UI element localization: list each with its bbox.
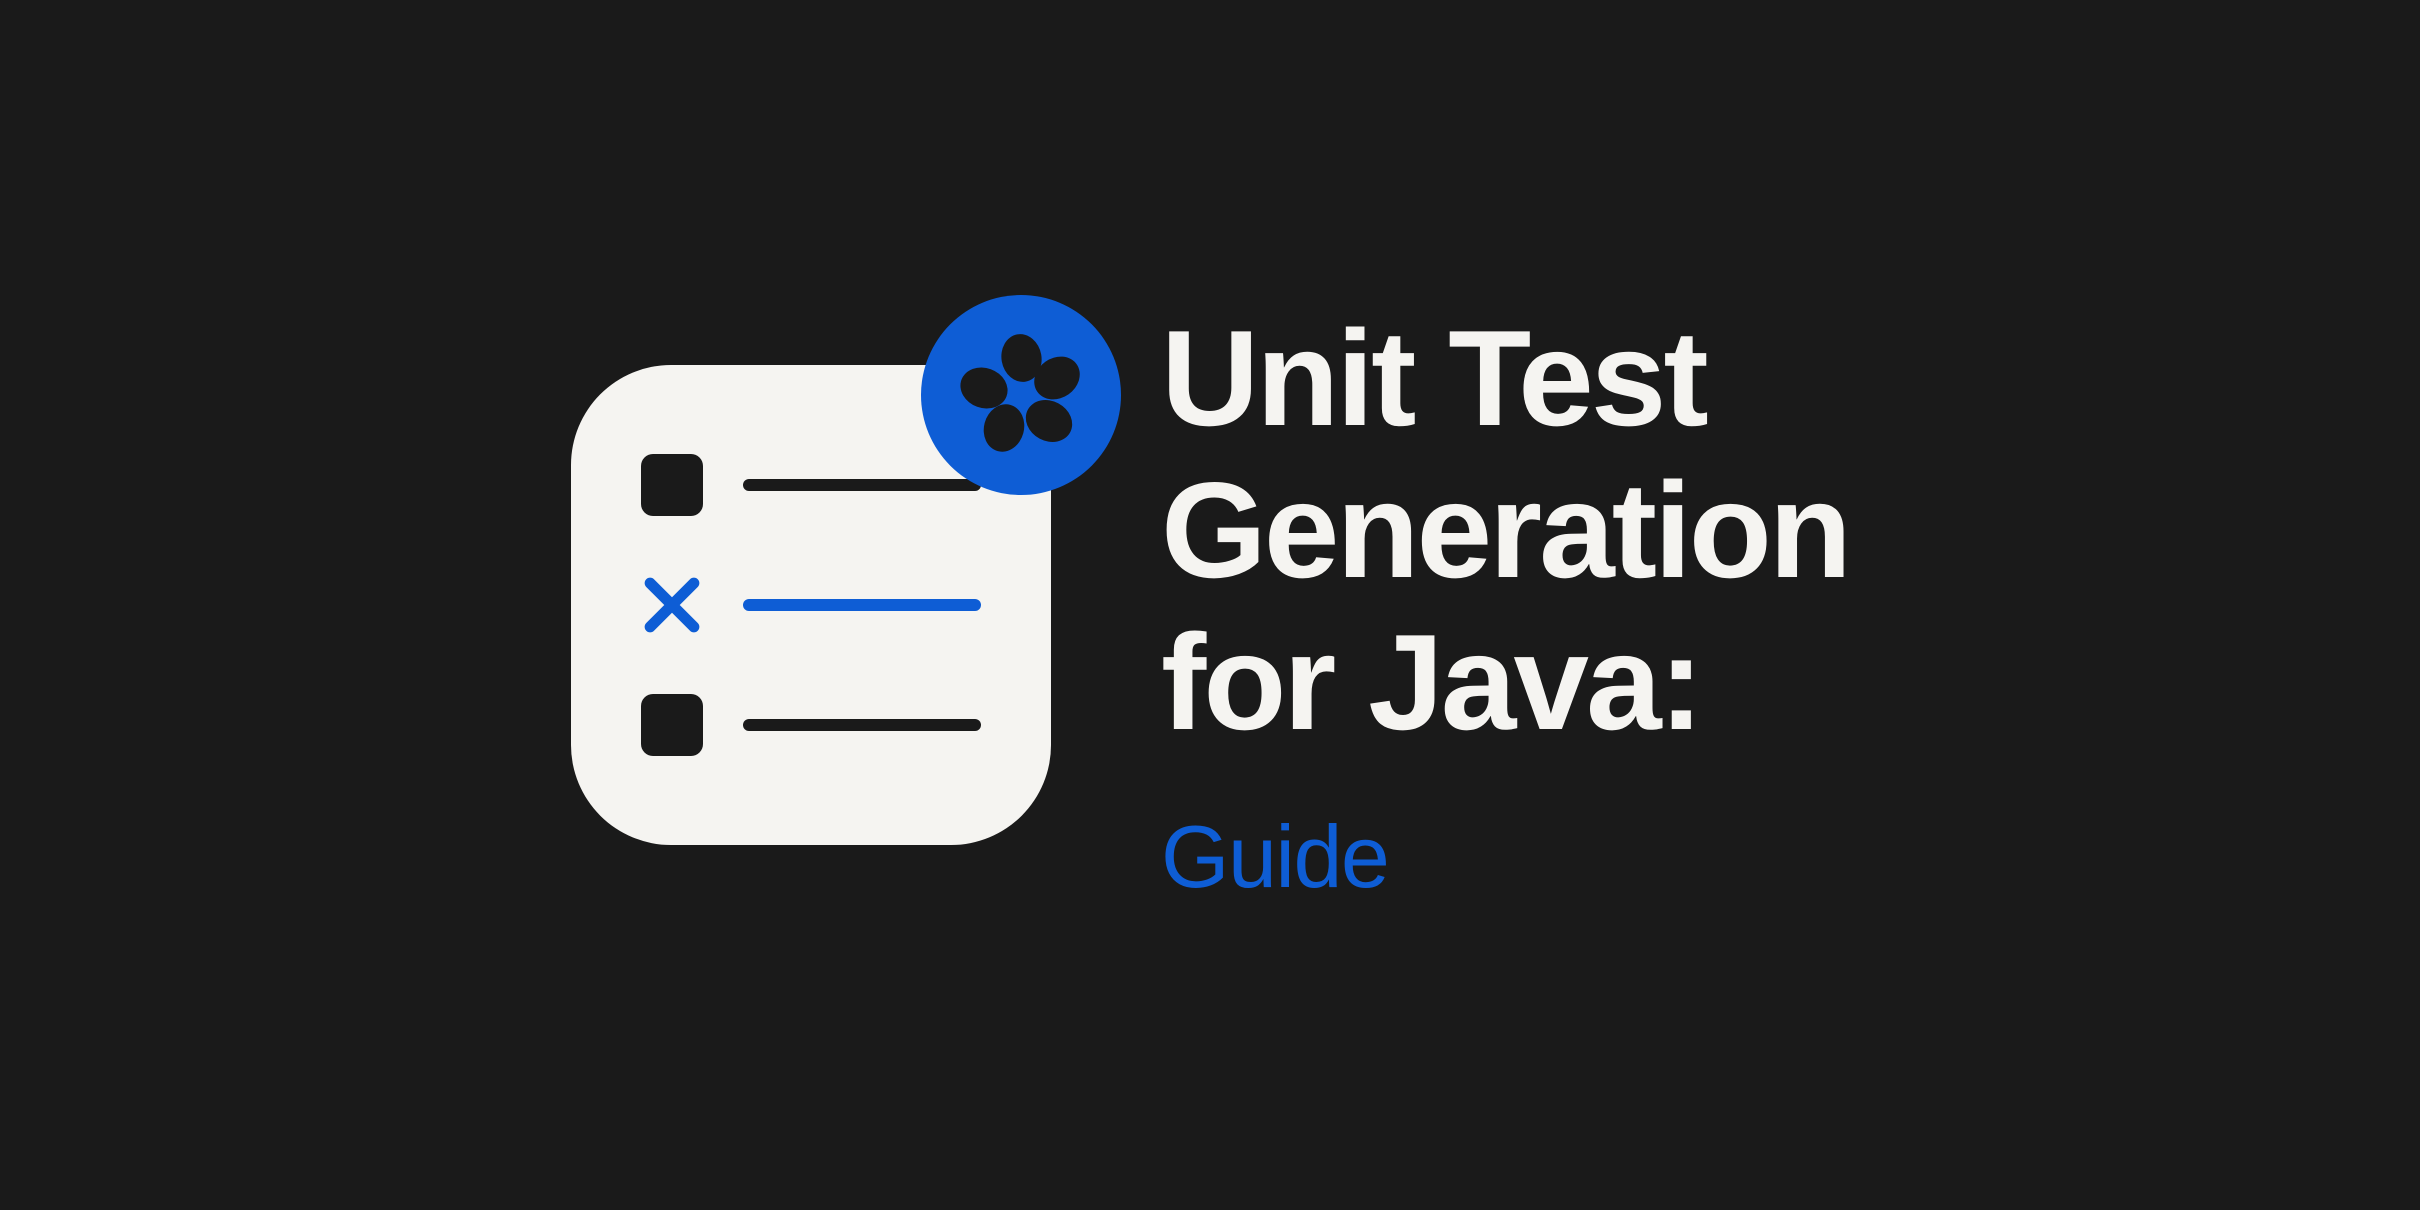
subheading: Guide: [1161, 806, 1849, 908]
icon-container: [571, 365, 1051, 845]
checklist-row-3: [641, 694, 981, 756]
square-bullet-icon: [641, 454, 703, 516]
square-bullet-icon: [641, 694, 703, 756]
list-line-highlighted-icon: [743, 599, 981, 611]
checklist-row-2: [641, 574, 981, 636]
x-mark-icon: [641, 574, 703, 636]
brand-badge: [921, 295, 1121, 495]
list-line-icon: [743, 479, 981, 491]
hero-content: Unit Test Generation for Java: Guide: [571, 302, 1849, 909]
flower-logo-icon: [949, 323, 1094, 468]
list-line-icon: [743, 719, 981, 731]
text-content: Unit Test Generation for Java: Guide: [1161, 302, 1849, 909]
main-heading: Unit Test Generation for Java:: [1161, 302, 1849, 759]
checklist-row-1: [641, 454, 981, 516]
